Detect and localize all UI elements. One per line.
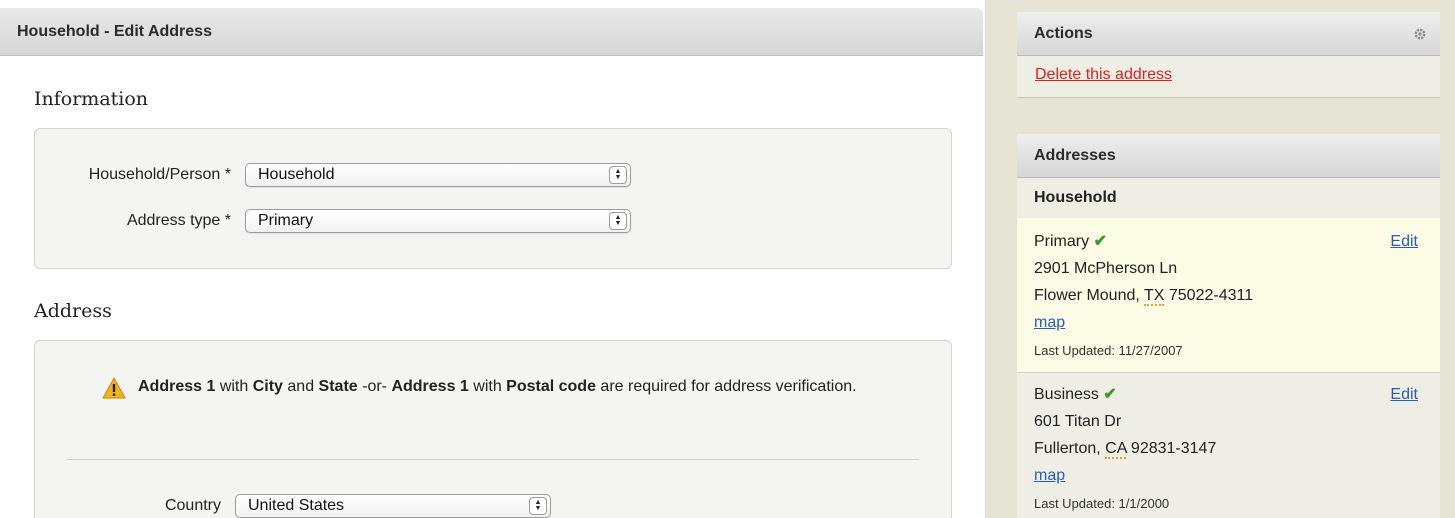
household-person-select[interactable]: Household ▲ ▼ (245, 163, 631, 187)
address-type-label: Address type * (126, 212, 231, 229)
addresses-body: Household Primary ✔ Edit 2901 McPherson … (1017, 178, 1440, 518)
gear-icon[interactable] (1413, 27, 1427, 41)
select-arrows-icon: ▲ ▼ (529, 497, 547, 515)
warning-icon (102, 377, 126, 399)
household-group-title: Household (1034, 189, 1117, 206)
addresses-title: Addresses (1034, 146, 1116, 164)
address-type-value: Primary (258, 212, 314, 229)
delete-address-link[interactable]: Delete this address (1017, 56, 1440, 98)
address-verification-warning: Address 1 with City and State -or- Addre… (138, 378, 857, 395)
household-person-row: Household/Person * Household ▲ ▼ (65, 163, 631, 187)
edit-primary-link[interactable]: Edit (1390, 228, 1418, 255)
checkmark-icon: ✔ (1093, 233, 1107, 250)
actions-header: Actions (1017, 12, 1440, 56)
household-person-label: Household/Person * (88, 166, 231, 183)
addresses-box: Addresses Household Primary ✔ Edit 2901 … (1017, 134, 1440, 518)
address-type: Primary (1034, 233, 1090, 250)
household-person-value: Household (258, 166, 335, 183)
address-section-title: Address (34, 300, 112, 322)
edit-address-panel: Household - Edit Address Information Hou… (0, 8, 983, 518)
edit-business-link[interactable]: Edit (1390, 381, 1418, 408)
checkmark-icon: ✔ (1103, 386, 1117, 403)
page-title: Household - Edit Address (0, 8, 983, 56)
sidebar: Actions Delete this address Addresses Ho… (985, 0, 1455, 518)
divider (67, 459, 919, 460)
addresses-header: Addresses (1017, 134, 1440, 178)
select-arrows-icon: ▲ ▼ (609, 212, 627, 230)
actions-box: Actions Delete this address (1017, 12, 1440, 98)
address-city-line: Fullerton, CA 92831-3147 (1034, 440, 1217, 459)
address-type: Business (1034, 386, 1099, 403)
address-line1: 601 Titan Dr (1034, 413, 1122, 430)
address-city-line: Flower Mound, TX 75022-4311 (1034, 287, 1254, 306)
country-value: United States (248, 497, 345, 514)
last-updated: Last Updated: 1/1/2000 (1034, 496, 1170, 511)
address-line1: 2901 McPherson Ln (1034, 260, 1178, 277)
address-type-select[interactable]: Primary ▲ ▼ (245, 209, 631, 233)
actions-title: Actions (1034, 24, 1093, 42)
address-type-row: Address type * Primary ▲ ▼ (65, 209, 631, 233)
country-row: Country United States ▲ ▼ (65, 494, 551, 518)
country-select[interactable]: United States ▲ ▼ (235, 494, 551, 518)
map-link[interactable]: map (1034, 467, 1065, 484)
address-item-primary: Primary ✔ Edit 2901 McPherson Ln Flower … (1017, 218, 1440, 373)
actions-body: Delete this address (1017, 56, 1440, 98)
country-label: Country (164, 497, 221, 514)
information-panel: Household/Person * Household ▲ ▼ Address … (34, 128, 952, 269)
map-link[interactable]: map (1034, 314, 1065, 331)
address-panel: Address 1 with City and State -or- Addre… (34, 340, 952, 518)
last-updated: Last Updated: 11/27/2007 (1034, 343, 1183, 358)
information-section-title: Information (34, 88, 149, 110)
select-arrows-icon: ▲ ▼ (609, 166, 627, 184)
address-item-business: Business ✔ Edit 601 Titan Dr Fullerton, … (1017, 373, 1440, 518)
